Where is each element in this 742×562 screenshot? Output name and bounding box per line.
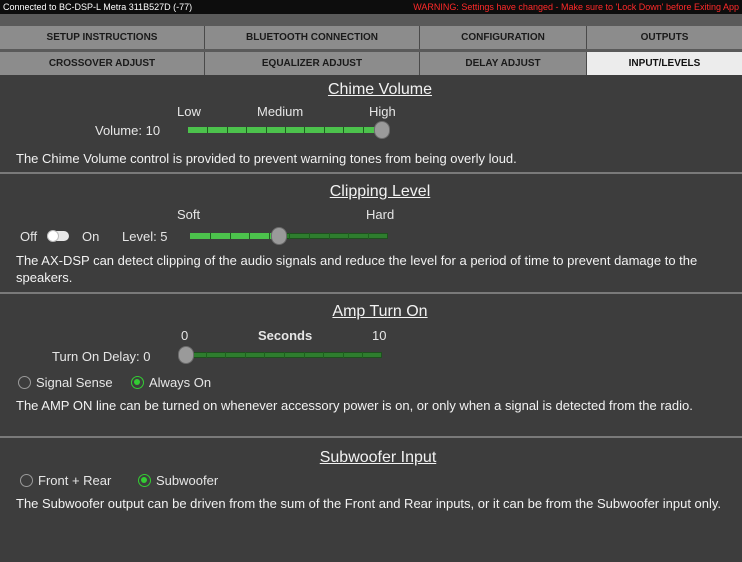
slider-tick bbox=[284, 352, 285, 358]
clipping-soft-label: Soft bbox=[177, 207, 201, 222]
slider-thumb[interactable] bbox=[178, 346, 194, 364]
amp-seconds-label: Seconds bbox=[258, 328, 313, 343]
slider-tick bbox=[229, 233, 231, 239]
subwoofer-label: Subwoofer bbox=[156, 473, 219, 488]
slider-tick bbox=[343, 127, 345, 133]
connection-status: Connected to BC-DSP-L Metra 311B527D (-7… bbox=[3, 2, 193, 12]
slider-thumb[interactable] bbox=[374, 121, 390, 139]
tab-equalizer-adjust[interactable]: EQUALIZER ADJUST bbox=[205, 52, 420, 75]
slider-tick bbox=[328, 233, 330, 239]
front-rear-label: Front + Rear bbox=[38, 473, 112, 488]
clipping-hard-label: Hard bbox=[366, 207, 395, 222]
slider-tick bbox=[342, 352, 344, 358]
always-on-label: Always On bbox=[149, 375, 212, 390]
slider-tick bbox=[303, 352, 305, 358]
subwoofer-input-section: Subwoofer Input Front + Rear Subwoofer T… bbox=[0, 438, 742, 562]
chime-volume-section: Chime Volume Low Medium High Volume: 10 … bbox=[0, 75, 742, 172]
slider-tick bbox=[269, 233, 271, 239]
clipping-on-label: On bbox=[82, 229, 100, 244]
slider-tick bbox=[244, 352, 246, 358]
amp-max-label: 10 bbox=[372, 328, 387, 343]
slider-tick bbox=[368, 233, 370, 239]
amp-description: The AMP ON line can be turned on wheneve… bbox=[16, 398, 693, 413]
slider-tick bbox=[264, 352, 266, 358]
slider-tick bbox=[304, 127, 306, 133]
subwoofer-description: The Subwoofer output can be driven from … bbox=[16, 496, 722, 511]
slider-tick bbox=[348, 233, 350, 239]
tab-input-levels[interactable]: INPUT/LEVELS bbox=[587, 52, 742, 75]
chime-low-label: Low bbox=[177, 104, 201, 119]
chime-medium-label: Medium bbox=[257, 104, 304, 119]
slider-tick bbox=[246, 127, 248, 133]
tab-row-2: CROSSOVER ADJUST EQUALIZER ADJUST DELAY … bbox=[0, 52, 742, 75]
clipping-level-slider[interactable] bbox=[190, 227, 388, 245]
slider-tick bbox=[308, 233, 310, 239]
amp-min-label: 0 bbox=[181, 328, 189, 343]
tab-delay-adjust[interactable]: DELAY ADJUST bbox=[420, 52, 587, 75]
tab-bar-spacer bbox=[0, 14, 742, 26]
slider-tick bbox=[207, 127, 209, 133]
slider-tick bbox=[289, 233, 290, 239]
always-on-radio[interactable] bbox=[131, 376, 144, 389]
slider-tick bbox=[205, 352, 207, 358]
slider-tick bbox=[265, 127, 267, 133]
clipping-level-title: Clipping Level bbox=[329, 183, 431, 200]
tab-configuration[interactable]: CONFIGURATION bbox=[420, 26, 587, 49]
amp-delay-label: Turn On Delay: 0 bbox=[52, 349, 151, 364]
slider-fill bbox=[190, 233, 280, 239]
clipping-level-section: Clipping Level Soft Hard Off On Level: 5… bbox=[0, 174, 742, 292]
amp-delay-slider[interactable] bbox=[178, 346, 382, 364]
slider-thumb[interactable] bbox=[271, 227, 288, 245]
slider-tick bbox=[209, 233, 211, 239]
signal-sense-label: Signal Sense bbox=[36, 375, 113, 390]
clipping-off-label: Off bbox=[20, 229, 38, 244]
clipping-toggle-switch[interactable] bbox=[47, 230, 69, 242]
chime-volume-slider[interactable] bbox=[188, 121, 390, 139]
toggle-knob bbox=[47, 230, 59, 242]
amp-turn-on-section: Amp Turn On 0 Seconds 10 Turn On Delay: … bbox=[0, 294, 742, 436]
slider-tick bbox=[362, 127, 364, 133]
slider-tick bbox=[225, 352, 227, 358]
clipping-description: The AX-DSP can detect clipping of the au… bbox=[16, 253, 698, 285]
tab-crossover-adjust[interactable]: CROSSOVER ADJUST bbox=[0, 52, 205, 75]
tab-setup-instructions[interactable]: SETUP INSTRUCTIONS bbox=[0, 26, 205, 49]
unsaved-warning: WARNING: Settings have changed - Make su… bbox=[413, 2, 739, 12]
slider-tick bbox=[362, 352, 364, 358]
amp-turn-on-title: Amp Turn On bbox=[332, 303, 428, 320]
signal-sense-radio[interactable] bbox=[18, 376, 31, 389]
slider-tick bbox=[323, 127, 325, 133]
tab-bluetooth-connection[interactable]: BLUETOOTH CONNECTION bbox=[205, 26, 420, 49]
chime-volume-title: Chime Volume bbox=[327, 81, 433, 98]
chime-high-label: High bbox=[369, 104, 396, 119]
slider-tick bbox=[226, 127, 228, 133]
clipping-level-label: Level: 5 bbox=[122, 229, 168, 244]
front-rear-radio[interactable] bbox=[20, 474, 33, 487]
subwoofer-input-title: Subwoofer Input bbox=[319, 449, 437, 466]
slider-tick bbox=[285, 127, 286, 133]
chime-description: The Chime Volume control is provided to … bbox=[16, 151, 517, 166]
status-bar: Connected to BC-DSP-L Metra 311B527D (-7… bbox=[0, 0, 742, 14]
tab-outputs[interactable]: OUTPUTS bbox=[587, 26, 742, 49]
slider-tick bbox=[249, 233, 251, 239]
slider-tick bbox=[323, 352, 325, 358]
chime-volume-label: Volume: 10 bbox=[95, 123, 161, 138]
subwoofer-radio[interactable] bbox=[138, 474, 151, 487]
tab-row-1: SETUP INSTRUCTIONS BLUETOOTH CONNECTION … bbox=[0, 26, 742, 49]
